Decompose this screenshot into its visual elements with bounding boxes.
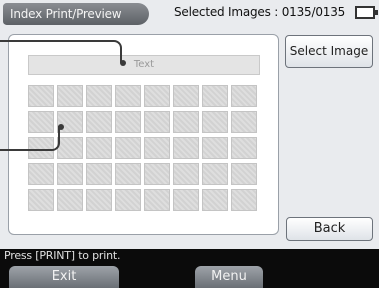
thumbnail-cell bbox=[115, 137, 141, 159]
thumbnail-cell bbox=[231, 163, 257, 185]
thumbnail-cell bbox=[115, 111, 141, 133]
thumbnail-cell bbox=[144, 111, 170, 133]
status-message: Press [PRINT] to print. bbox=[0, 249, 379, 263]
thumbnail-cell bbox=[231, 137, 257, 159]
back-button[interactable]: Back bbox=[286, 217, 373, 241]
print-preview-screen: Index Print/Preview Selected Images : 01… bbox=[0, 0, 379, 288]
thumbnail-cell bbox=[86, 189, 112, 211]
thumbnail-cell bbox=[202, 137, 228, 159]
thumbnail-cell bbox=[202, 85, 228, 107]
thumbnail-cell bbox=[28, 189, 54, 211]
thumbnail-cell bbox=[57, 85, 83, 107]
thumbnail-cell bbox=[173, 163, 199, 185]
thumbnail-cell bbox=[173, 189, 199, 211]
thumbnail-cell bbox=[57, 137, 83, 159]
thumbnail-cell bbox=[28, 85, 54, 107]
thumbnail-cell bbox=[144, 137, 170, 159]
thumbnail-cell bbox=[202, 111, 228, 133]
select-image-button[interactable]: Select Image bbox=[285, 35, 373, 68]
screen-title: Index Print/Preview bbox=[3, 3, 149, 25]
callout-line-thumbnail bbox=[0, 126, 60, 151]
thumbnail-cell bbox=[86, 137, 112, 159]
thumbnail-cell bbox=[86, 85, 112, 107]
callout-line-text bbox=[0, 40, 122, 63]
thumbnail-cell bbox=[144, 189, 170, 211]
thumbnail-cell bbox=[28, 163, 54, 185]
thumbnail-cell bbox=[202, 189, 228, 211]
thumbnail-cell bbox=[115, 163, 141, 185]
thumbnail-cell bbox=[144, 163, 170, 185]
thumbnail-cell bbox=[173, 85, 199, 107]
thumbnail-cell bbox=[57, 189, 83, 211]
thumbnail-cell bbox=[202, 163, 228, 185]
callout-dot-thumbnail bbox=[58, 124, 64, 130]
thumbnail-cell bbox=[173, 137, 199, 159]
battery-icon bbox=[355, 6, 378, 19]
callout-dot-text bbox=[120, 60, 126, 66]
thumbnail-cell bbox=[115, 85, 141, 107]
thumbnail-grid bbox=[28, 85, 261, 218]
menu-button[interactable]: Menu bbox=[195, 266, 263, 288]
thumbnail-cell bbox=[231, 85, 257, 107]
exit-button[interactable]: Exit bbox=[9, 266, 119, 288]
thumbnail-cell bbox=[115, 189, 141, 211]
thumbnail-cell bbox=[86, 111, 112, 133]
thumbnail-cell bbox=[57, 163, 83, 185]
thumbnail-cell bbox=[144, 85, 170, 107]
selected-images-count: Selected Images : 0135/0135 bbox=[174, 5, 346, 19]
thumbnail-cell bbox=[231, 189, 257, 211]
thumbnail-cell bbox=[231, 111, 257, 133]
thumbnail-cell bbox=[173, 111, 199, 133]
thumbnail-cell bbox=[86, 163, 112, 185]
